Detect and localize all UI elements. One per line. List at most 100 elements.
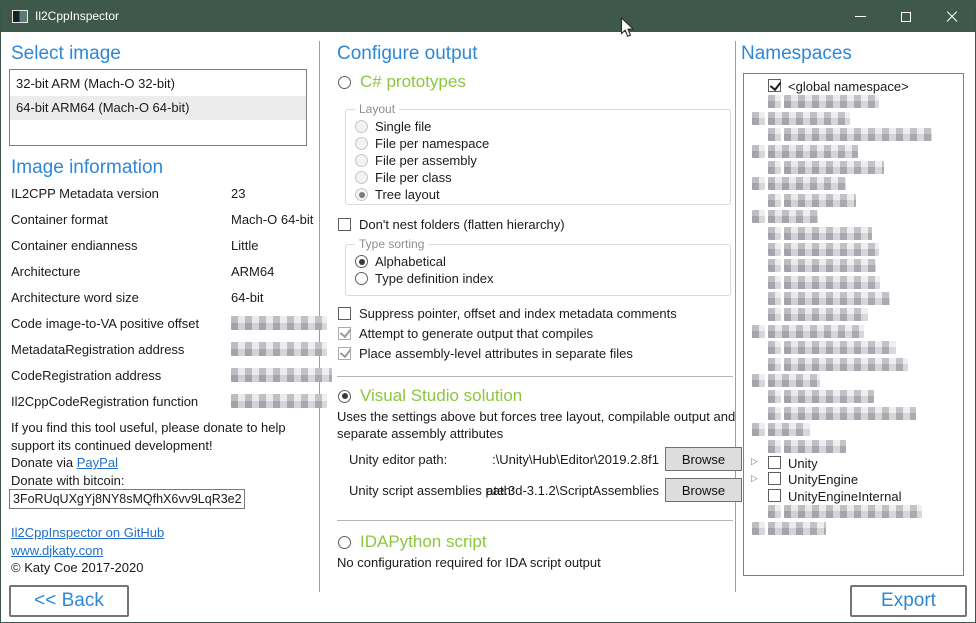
redacted-checkbox xyxy=(768,505,781,518)
layout-option-row[interactable]: File per namespace xyxy=(355,135,730,152)
layout-option-row[interactable]: File per assembly xyxy=(355,152,730,169)
flatten-hierarchy-checkbox[interactable] xyxy=(338,218,351,231)
redacted-text xyxy=(784,440,846,453)
namespace-row[interactable]: ▷ <global namespace> xyxy=(744,78,963,94)
layout-option-row[interactable]: Tree layout xyxy=(355,186,730,203)
github-link[interactable]: Il2CppInspector on GitHub xyxy=(11,525,164,540)
layout-option-row[interactable]: File per class xyxy=(355,169,730,186)
layout-radio[interactable] xyxy=(355,120,368,133)
option-checkbox[interactable] xyxy=(338,347,351,360)
sorting-option-row[interactable]: Alphabetical xyxy=(355,253,730,270)
minimize-icon xyxy=(855,16,866,17)
layout-radio[interactable] xyxy=(355,137,368,150)
layout-radio[interactable] xyxy=(355,188,368,201)
option-checkbox-row[interactable]: Place assembly-level attributes in separ… xyxy=(338,343,677,363)
info-row: Code image-to-VA positive offset xyxy=(11,312,311,338)
option-checkbox[interactable] xyxy=(338,307,351,320)
namespace-checkbox[interactable] xyxy=(768,489,781,502)
browse-script-button[interactable]: Browse xyxy=(665,478,742,502)
visual-studio-radio[interactable] xyxy=(338,390,351,403)
idapython-radio[interactable] xyxy=(338,536,351,549)
namespace-row[interactable]: ▷ xyxy=(744,373,963,389)
namespace-row[interactable]: ▷ UnityEngineInternal xyxy=(744,488,963,504)
namespace-row[interactable]: ▷ xyxy=(744,324,963,340)
visual-studio-label: Visual Studio solution xyxy=(360,386,522,406)
namespace-row[interactable]: ▷ xyxy=(744,144,963,160)
namespace-row[interactable]: ▷ Unity xyxy=(744,455,963,471)
namespace-row[interactable]: ▷ xyxy=(744,275,963,291)
namespace-row[interactable]: ▷ xyxy=(744,504,963,520)
namespace-row[interactable]: ▷ xyxy=(744,340,963,356)
back-button[interactable]: << Back xyxy=(9,585,129,617)
option-checkbox-label: Suppress pointer, offset and index metad… xyxy=(359,306,677,321)
info-row: Il2CppCodeRegistration function xyxy=(11,390,311,416)
expand-arrow-icon[interactable]: ▷ xyxy=(751,456,758,467)
minimize-button[interactable] xyxy=(837,1,883,32)
namespace-row[interactable]: ▷ xyxy=(744,209,963,225)
namespace-row[interactable]: ▷ xyxy=(744,160,963,176)
namespace-row[interactable]: ▷ xyxy=(744,258,963,274)
namespace-checkbox[interactable] xyxy=(768,79,781,92)
paypal-link[interactable]: PayPal xyxy=(77,455,118,470)
namespace-row[interactable]: ▷ xyxy=(744,357,963,373)
close-button[interactable] xyxy=(929,1,975,32)
type-sorting-groupbox-label: Type sorting xyxy=(355,237,428,251)
info-label: Code image-to-VA positive offset xyxy=(11,316,199,331)
redacted-text xyxy=(784,358,908,371)
sorting-radio[interactable] xyxy=(355,272,368,285)
namespace-checkbox[interactable] xyxy=(768,472,781,485)
namespace-row[interactable]: ▷ xyxy=(744,176,963,192)
namespace-row[interactable]: ▷ xyxy=(744,422,963,438)
image-list-item[interactable]: 32-bit ARM (Mach-O 32-bit) xyxy=(10,72,306,96)
namespace-row[interactable]: ▷ xyxy=(744,439,963,455)
redacted-text xyxy=(768,423,810,436)
namespace-row[interactable]: ▷ xyxy=(744,242,963,258)
type-sorting-groupbox: Type sorting Alphabetical Type definitio… xyxy=(345,244,731,296)
info-value: ARM64 xyxy=(231,264,274,279)
flatten-hierarchy-option[interactable]: Don't nest folders (flatten hierarchy) xyxy=(338,214,565,234)
sorting-radio[interactable] xyxy=(355,255,368,268)
namespace-row[interactable]: ▷ xyxy=(744,226,963,242)
namespace-checkbox[interactable] xyxy=(768,456,781,469)
image-listbox[interactable]: 32-bit ARM (Mach-O 32-bit)64-bit ARM64 (… xyxy=(9,69,307,146)
redacted-checkbox xyxy=(768,407,781,420)
namespace-row[interactable]: ▷ xyxy=(744,291,963,307)
namespaces-tree[interactable]: ▷ <global namespace> ▷ ▷ ▷ ▷ xyxy=(743,73,964,576)
namespace-row[interactable]: ▷ xyxy=(744,389,963,405)
option-checkbox[interactable] xyxy=(338,327,351,340)
bitcoin-address-input[interactable] xyxy=(9,489,245,509)
browse-editor-button[interactable]: Browse xyxy=(665,447,742,471)
image-list-item[interactable]: 64-bit ARM64 (Mach-O 64-bit) xyxy=(10,96,306,120)
option-checkbox-row[interactable]: Attempt to generate output that compiles xyxy=(338,323,677,343)
namespace-row[interactable]: ▷ xyxy=(744,127,963,143)
idapython-option[interactable]: IDAPython script xyxy=(338,531,487,553)
csharp-prototypes-option[interactable]: C# prototypes xyxy=(338,71,466,93)
csharp-prototypes-radio[interactable] xyxy=(338,76,351,89)
namespace-row[interactable]: ▷ xyxy=(744,111,963,127)
expand-arrow-icon[interactable]: ▷ xyxy=(751,473,758,484)
output-option-checkboxes: Suppress pointer, offset and index metad… xyxy=(338,303,677,363)
section-separator xyxy=(337,376,733,377)
sorting-option-row[interactable]: Type definition index xyxy=(355,270,730,287)
idapython-label: IDAPython script xyxy=(360,532,487,552)
namespace-label: Unity xyxy=(788,456,818,471)
layout-radio[interactable] xyxy=(355,171,368,184)
namespace-row[interactable]: ▷ UnityEngine xyxy=(744,471,963,487)
namespace-row[interactable]: ▷ xyxy=(744,94,963,110)
visual-studio-option[interactable]: Visual Studio solution xyxy=(338,385,522,407)
option-checkbox-row[interactable]: Suppress pointer, offset and index metad… xyxy=(338,303,677,323)
namespace-row[interactable]: ▷ xyxy=(744,193,963,209)
donate-line-1: If you find this tool useful, please don… xyxy=(11,419,311,437)
redacted-text xyxy=(784,128,932,141)
layout-radio[interactable] xyxy=(355,154,368,167)
export-button[interactable]: Export xyxy=(850,585,967,617)
redacted-text xyxy=(784,243,879,256)
redacted-checkbox xyxy=(768,161,781,174)
namespace-row[interactable]: ▷ xyxy=(744,521,963,537)
namespace-row[interactable]: ▷ xyxy=(744,307,963,323)
maximize-button[interactable] xyxy=(883,1,929,32)
website-link[interactable]: www.djkaty.com xyxy=(11,543,103,558)
layout-option-row[interactable]: Single file xyxy=(355,118,730,135)
redacted-text xyxy=(768,145,858,158)
namespace-row[interactable]: ▷ xyxy=(744,406,963,422)
